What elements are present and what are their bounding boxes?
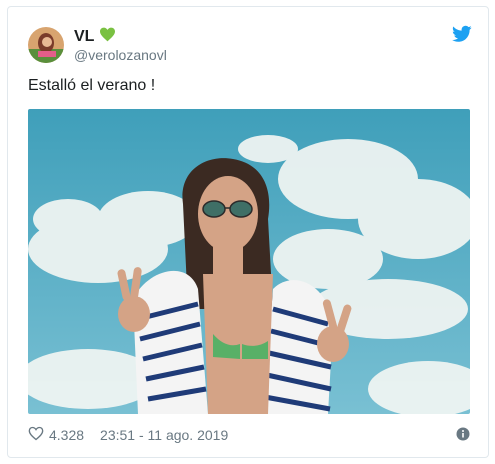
info-icon[interactable]: [456, 427, 470, 441]
heart-outline-icon[interactable]: [28, 426, 44, 444]
avatar[interactable]: [28, 27, 64, 63]
tweet-card: VL @verolozanovl Estalló el verano ! 4.3…: [7, 6, 489, 458]
tweet-text: Estalló el verano !: [28, 77, 156, 94]
display-name-row[interactable]: VL: [74, 27, 116, 47]
tweet-footer: 4.328 23:51 - 11 ago. 2019: [28, 425, 470, 445]
tweet-photo[interactable]: [28, 109, 470, 414]
twitter-logo-icon[interactable]: [452, 25, 472, 43]
green-heart-icon: [99, 27, 116, 47]
like-button[interactable]: 4.328: [28, 426, 84, 444]
timestamp[interactable]: 23:51 - 11 ago. 2019: [100, 427, 228, 443]
like-count[interactable]: 4.328: [49, 427, 84, 443]
user-handle[interactable]: @verolozanovl: [74, 47, 167, 63]
display-name[interactable]: VL: [74, 28, 94, 46]
